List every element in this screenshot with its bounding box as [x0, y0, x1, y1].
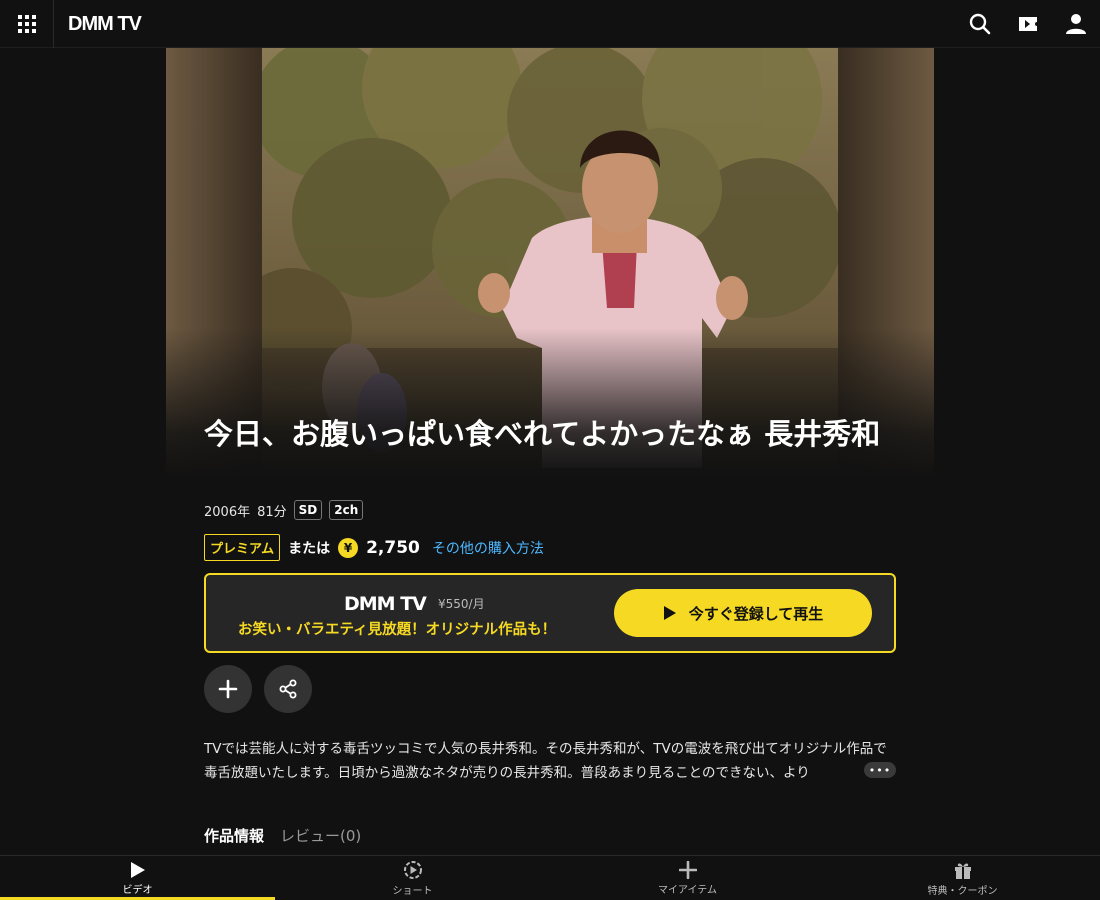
promo-tagline: お笑い・バラエティ見放題！オリジナル作品も！: [238, 622, 557, 638]
nav-item-my-items[interactable]: マイアイテム: [550, 856, 825, 900]
promo-monthly-price: ¥550/月: [438, 597, 485, 611]
bottom-navigation: ビデオ ショート マイアイテム 特典・クーポン: [0, 855, 1100, 900]
price-row: プレミアム または ¥ 2,750 その他の購入方法: [204, 534, 544, 561]
nav-label-video: ビデオ: [122, 884, 153, 896]
tab-reviews[interactable]: レビュー(0): [280, 825, 361, 846]
plus-icon: [678, 860, 697, 879]
top-header: DMM TV: [0, 0, 1100, 48]
search-icon: [969, 13, 991, 35]
add-to-list-button[interactable]: [204, 665, 252, 713]
user-icon: [1066, 14, 1086, 34]
or-label: または: [288, 540, 331, 557]
hero-gradient: [166, 328, 934, 478]
audio-badge: 2ch: [329, 500, 364, 520]
play-icon: [130, 861, 145, 878]
tab-work-info[interactable]: 作品情報: [204, 825, 264, 846]
share-icon: [279, 679, 297, 699]
release-year: 2006年: [204, 504, 251, 520]
grid-menu-icon: [17, 15, 36, 33]
register-button-label: 今すぐ登録して再生: [688, 604, 824, 623]
nav-label-my-items: マイアイテム: [658, 884, 717, 896]
ticket-button[interactable]: [1016, 12, 1040, 36]
video-title: 今日、お腹いっぱい食べれてよかったなぁ 長井秀和: [204, 417, 881, 451]
subscription-promo-banner: DMM TV ¥550/月 お笑い・バラエティ見放題！オリジナル作品も！ 今すぐ…: [204, 573, 896, 653]
gift-icon: [954, 863, 971, 879]
nav-item-short[interactable]: ショート: [275, 856, 550, 900]
other-purchase-link[interactable]: その他の購入方法: [432, 538, 544, 558]
search-button[interactable]: [968, 12, 992, 36]
ticket-icon: [1019, 17, 1037, 31]
nav-label-short: ショート: [392, 885, 433, 897]
video-meta: 2006年 81分 SD 2ch: [204, 500, 364, 520]
duration: 81分: [257, 504, 287, 520]
show-more-button[interactable]: •••: [864, 762, 896, 778]
play-icon: [663, 606, 676, 620]
purchase-price: 2,750: [366, 537, 420, 558]
plus-icon: [218, 679, 238, 699]
short-icon: [403, 860, 422, 879]
video-description: TVでは芸能人に対する毒舌ツッコミで人気の長井秀和。その長井秀和が、TVの電波を…: [204, 741, 887, 781]
register-and-play-button[interactable]: 今すぐ登録して再生: [614, 589, 872, 637]
promo-dmm-tv-logo: DMM TV: [344, 593, 427, 615]
detail-tabs: 作品情報 レビュー(0): [204, 825, 361, 846]
nav-label-coupons: 特典・クーポン: [927, 885, 998, 897]
grid-menu-button[interactable]: [0, 0, 54, 48]
nav-item-coupons[interactable]: 特典・クーポン: [825, 856, 1100, 900]
dmm-tv-logo[interactable]: DMM TV: [68, 10, 142, 38]
share-button[interactable]: [264, 665, 312, 713]
premium-badge: プレミアム: [204, 534, 281, 561]
quality-badge: SD: [293, 500, 323, 520]
nav-item-video[interactable]: ビデオ: [0, 856, 275, 900]
yen-coin-icon: ¥: [338, 537, 359, 558]
account-button[interactable]: [1064, 12, 1088, 36]
